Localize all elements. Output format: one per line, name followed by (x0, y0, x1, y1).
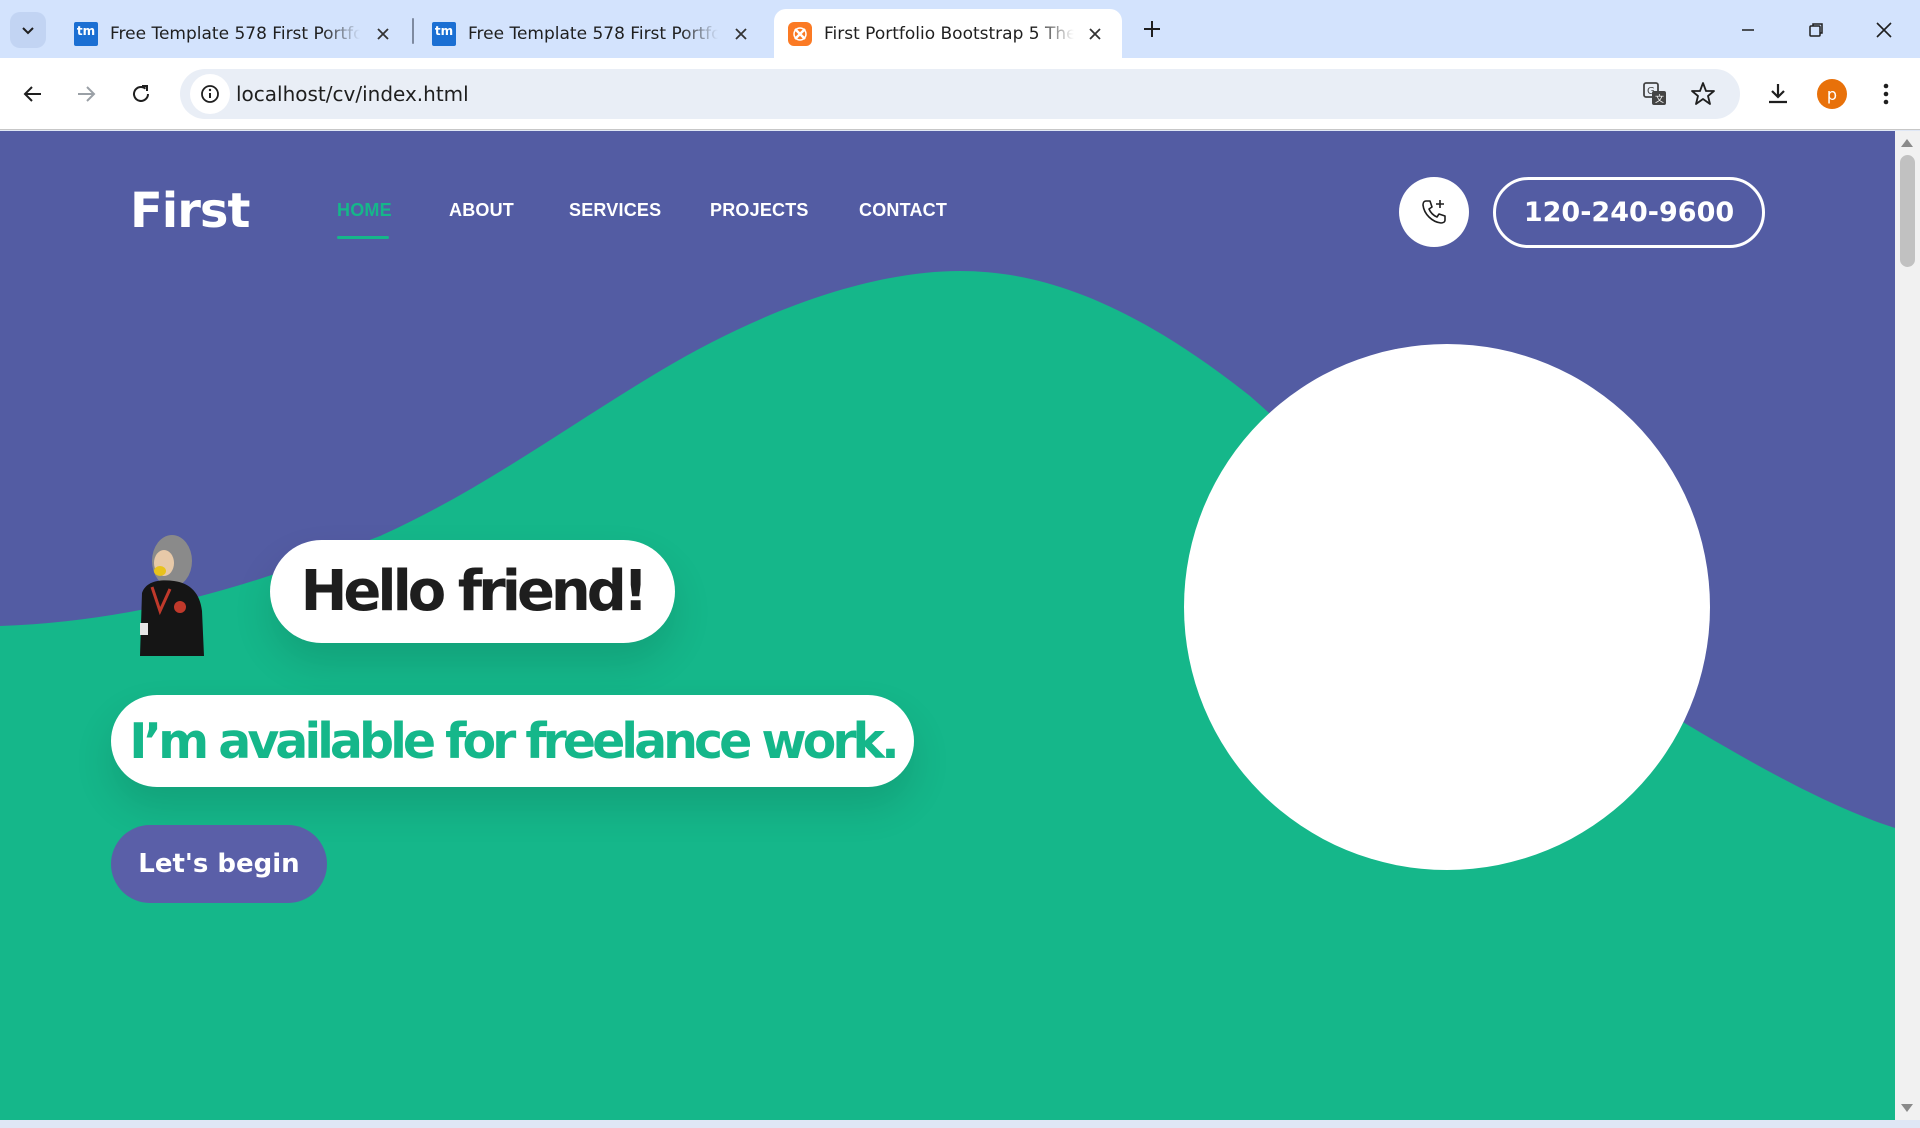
arrow-left-icon (23, 86, 41, 102)
url-text[interactable]: localhost/cv/index.html (236, 82, 469, 106)
nav-home[interactable]: HOME (337, 200, 392, 221)
chevron-down-icon (22, 27, 34, 35)
back-button[interactable] (13, 74, 53, 114)
tab-separator (412, 18, 414, 44)
site-info-icon[interactable] (190, 74, 230, 114)
tab-title: Free Template 578 First Portfolio (110, 23, 360, 44)
call-button[interactable] (1399, 177, 1469, 247)
reload-button[interactable] (121, 74, 161, 114)
scroll-down-icon[interactable] (1901, 1104, 1913, 1112)
hero-image-circle (1184, 344, 1710, 870)
download-icon (1769, 84, 1787, 104)
tm-favicon-icon: tm (74, 21, 98, 46)
tab-free-template-2[interactable]: tm Free Template 578 First Portfolio (418, 9, 768, 58)
reload-icon (133, 85, 149, 102)
phone-number-button[interactable]: 120-240-9600 (1493, 177, 1765, 248)
plus-icon (1144, 21, 1160, 37)
hero-greeting: Hello friend! (300, 559, 649, 624)
restore-icon (1809, 23, 1823, 37)
tagline-bubble: I’m available for freelance work. (111, 695, 914, 787)
hello-bubble: Hello friend! (270, 540, 675, 643)
close-tab-icon[interactable] (372, 23, 394, 45)
hero-tagline: I’m available for freelance work. (129, 712, 899, 770)
nav-projects[interactable]: PROJECTS (710, 200, 809, 221)
svg-text:文: 文 (1655, 93, 1664, 105)
avatar (140, 535, 204, 656)
page-scrollbar[interactable] (1895, 131, 1920, 1120)
tm-favicon-icon: tm (432, 21, 456, 46)
forward-button[interactable] (66, 74, 106, 114)
downloads-button[interactable] (1758, 74, 1798, 114)
browser-toolbar: localhost/cv/index.html G文 p (0, 58, 1920, 130)
close-icon (1876, 22, 1892, 38)
nav-about[interactable]: ABOUT (449, 200, 514, 221)
profile-button[interactable]: p (1812, 74, 1852, 114)
restore-button[interactable] (1796, 10, 1836, 50)
lets-begin-button[interactable]: Let's begin (111, 825, 327, 903)
nav-active-indicator (337, 236, 389, 239)
close-tab-icon[interactable] (730, 23, 752, 45)
close-window-button[interactable] (1864, 10, 1904, 50)
bookmark-star-icon[interactable] (1688, 79, 1718, 109)
minimize-button[interactable] (1728, 10, 1768, 50)
nav-services[interactable]: SERVICES (569, 200, 661, 221)
avatar: p (1817, 79, 1847, 109)
tab-first-portfolio[interactable]: First Portfolio Bootstrap 5 Theme (774, 9, 1122, 58)
minimize-icon (1742, 29, 1754, 31)
site-brand-logo[interactable]: First (130, 183, 250, 239)
scroll-up-icon[interactable] (1901, 139, 1913, 147)
xampp-favicon-icon (788, 21, 812, 46)
nav-contact[interactable]: CONTACT (859, 200, 947, 221)
tab-title: First Portfolio Bootstrap 5 Theme (824, 23, 1074, 44)
page-viewport: First HOME ABOUT SERVICES PROJECTS CONTA… (0, 131, 1895, 1120)
tab-free-template-1[interactable]: tm Free Template 578 First Portfolio (60, 9, 410, 58)
translate-icon[interactable]: G文 (1640, 79, 1670, 109)
close-tab-icon[interactable] (1084, 23, 1106, 45)
tab-search-button[interactable] (10, 12, 46, 48)
browser-tab-bar: tm Free Template 578 First Portfolio tm … (0, 0, 1920, 58)
menu-button[interactable] (1866, 74, 1906, 114)
more-vertical-icon (1883, 83, 1889, 105)
new-tab-button[interactable] (1138, 15, 1166, 43)
arrow-right-icon (78, 86, 96, 102)
scrollbar-thumb[interactable] (1900, 155, 1915, 267)
phone-plus-icon (1422, 200, 1446, 224)
tab-title: Free Template 578 First Portfolio (468, 23, 718, 44)
address-bar[interactable]: localhost/cv/index.html G文 (180, 69, 1740, 119)
